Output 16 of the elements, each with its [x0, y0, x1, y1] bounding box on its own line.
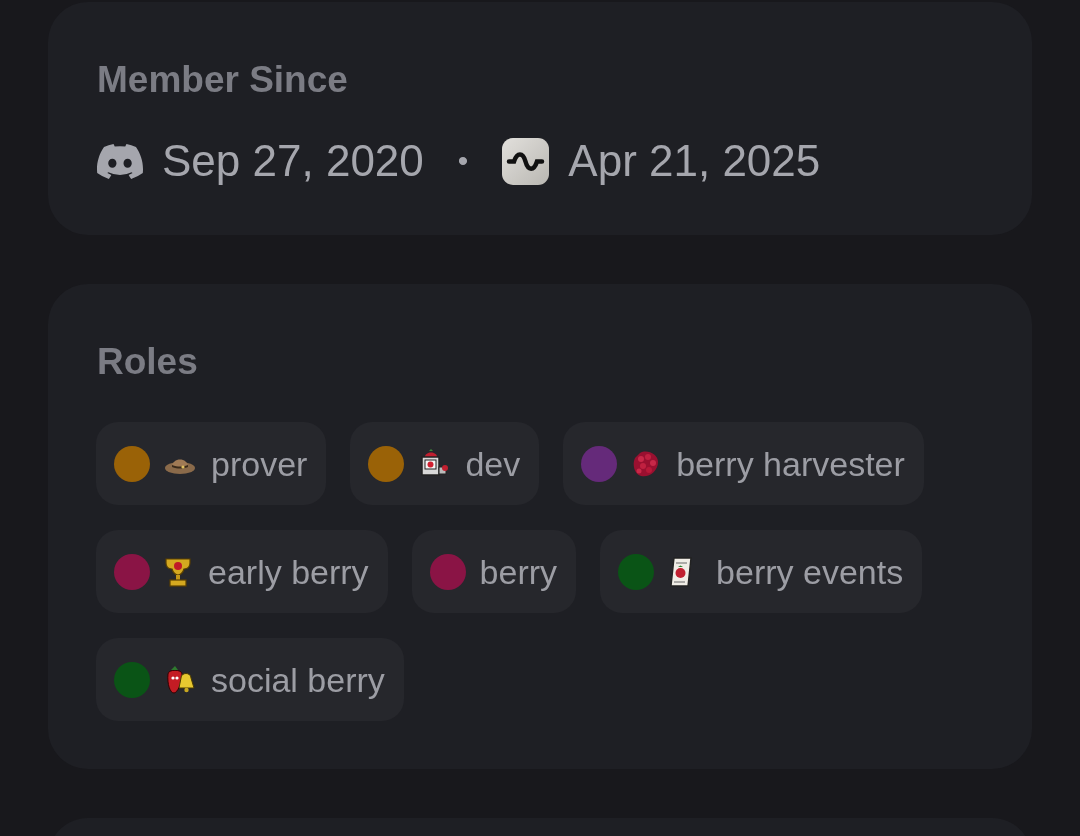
role-name: berry events	[716, 551, 904, 592]
scroll-icon	[668, 555, 695, 588]
role-name: prover	[211, 443, 308, 484]
controller-face-icon	[97, 143, 143, 179]
wave-tile-icon	[502, 137, 550, 185]
separator-dot: •	[457, 143, 469, 179]
role-name: berry	[479, 551, 558, 592]
role-name: dev	[465, 443, 521, 484]
trophy-icon	[164, 555, 192, 588]
section-title: Roles	[97, 340, 198, 384]
role-name: social berry	[211, 659, 385, 700]
role-name: early berry	[208, 551, 369, 592]
date-text: Sep 27, 2020	[162, 137, 424, 185]
role-name: berry harvester	[676, 443, 905, 484]
section-title: Member Since	[97, 58, 348, 102]
date-text: Apr 21, 2025	[568, 137, 821, 185]
